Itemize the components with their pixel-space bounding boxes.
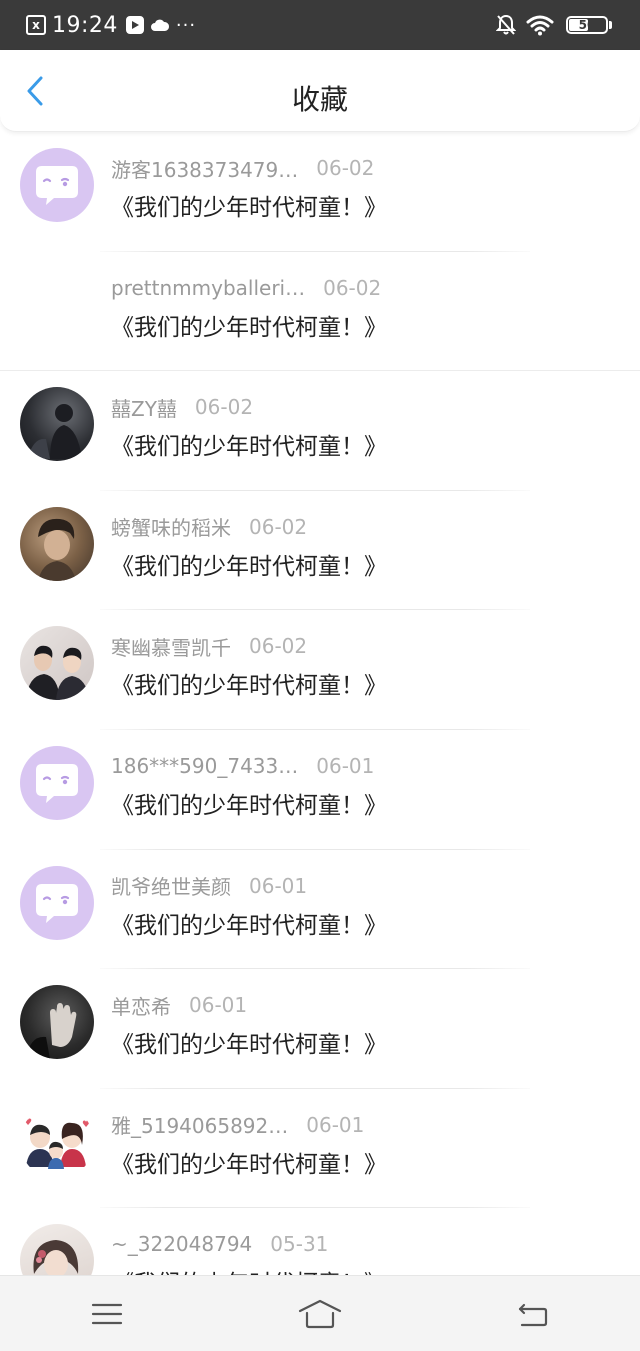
person-portrait-icon: [38, 518, 76, 581]
work-title: 《我们的少年时代柯童！》: [111, 1151, 387, 1178]
chat-bubble-icon: [36, 883, 78, 923]
list-item[interactable]: 凯爷绝世美颜 06-01 《我们的少年时代柯童！》: [0, 850, 640, 970]
status-bar: x 19:24 ··· 50: [0, 0, 640, 50]
cloud-icon: [150, 18, 170, 32]
list-item[interactable]: 单恋希 06-01 《我们的少年时代柯童！》: [0, 969, 640, 1089]
mute-bell-icon: [496, 14, 516, 36]
work-title: 《我们的少年时代柯童！》: [111, 912, 387, 939]
list-item[interactable]: 游客1638373479… 06-02 《我们的少年时代柯童！》: [0, 132, 640, 252]
system-nav-bar: [0, 1275, 640, 1351]
avatar: ♥ ♥: [20, 1104, 94, 1179]
menu-button[interactable]: [77, 1289, 137, 1339]
favorite-date: 06-01: [189, 993, 248, 1018]
clock: 19:24: [52, 12, 118, 38]
home-icon: [298, 1299, 342, 1328]
avatar: [20, 865, 94, 940]
wifi-icon: [526, 14, 554, 36]
favorite-date: 06-02: [249, 514, 308, 539]
user-name: 螃蟹味的稻米: [111, 516, 231, 541]
battery-level: 50: [578, 18, 596, 32]
work-title: 《我们的少年时代柯童！》: [111, 314, 387, 341]
chat-bubble-icon: [36, 166, 78, 205]
favorite-date: 06-01: [316, 753, 375, 778]
user-name: ~_322048794: [111, 1232, 253, 1257]
avatar: [20, 148, 94, 222]
work-title: 《我们的少年时代柯童！》: [111, 792, 387, 819]
user-name: 囍ZY囍: [111, 396, 177, 421]
work-title: 《我们的少年时代柯童！》: [111, 195, 387, 221]
user-name: 凯爷绝世美颜: [111, 875, 231, 900]
list-item[interactable]: 寒幽慕雪凯千 06-02 《我们的少年时代柯童！》: [0, 610, 640, 730]
favorite-date: 05-31: [270, 1232, 329, 1257]
home-button[interactable]: [290, 1289, 350, 1339]
avatar: [20, 626, 94, 701]
chat-bubble-icon: [36, 763, 78, 803]
user-name: 雅_5194065892…: [111, 1114, 289, 1139]
header: 收藏: [0, 50, 640, 132]
user-name: 186***590_7433…: [111, 753, 299, 778]
favorites-list: 游客1638373479… 06-02 《我们的少年时代柯童！》 prettnm…: [0, 132, 640, 1328]
avatar: [20, 985, 94, 1060]
list-item[interactable]: ♥ ♥ 雅_5194065892… 06-01 《我们的少年时代柯童！》: [0, 1089, 640, 1209]
work-title: 《我们的少年时代柯童！》: [111, 1032, 387, 1059]
user-name: prettnmmyballeri…: [111, 275, 306, 300]
more-notifications-icon: ···: [175, 14, 197, 36]
work-title: 《我们的少年时代柯童！》: [111, 673, 387, 700]
work-title: 《我们的少年时代柯童！》: [111, 553, 387, 580]
list-item[interactable]: 186***590_7433… 06-01 《我们的少年时代柯童！》: [0, 730, 640, 850]
favorite-date: 06-01: [249, 873, 308, 898]
list-item[interactable]: 囍ZY囍 06-02 《我们的少年时代柯童！》: [0, 371, 640, 491]
list-item[interactable]: prettnmmyballeri… 06-02 《我们的少年时代柯童！》: [0, 252, 640, 372]
person-silhouette-icon: [28, 404, 82, 460]
favorite-date: 06-02: [316, 156, 375, 180]
page-title: 收藏: [291, 83, 348, 116]
back-nav-button[interactable]: [503, 1289, 563, 1339]
cartoon-family-icon: ♥ ♥: [24, 1118, 90, 1169]
favorite-date: 06-02: [323, 275, 382, 300]
avatar: [20, 506, 94, 581]
user-name: 游客1638373479…: [111, 157, 299, 182]
two-people-icon: [26, 646, 90, 701]
favorite-date: 06-02: [249, 634, 308, 659]
favorite-date: 06-02: [194, 395, 254, 420]
svg-text:♥: ♥: [24, 1118, 32, 1128]
favorite-date: 06-01: [306, 1112, 365, 1137]
video-play-icon: [125, 16, 144, 34]
hand-photo-icon: [26, 1003, 77, 1060]
svg-text:♥: ♥: [82, 1120, 90, 1130]
avatar: [20, 387, 94, 462]
list-item[interactable]: 螃蟹味的稻米 06-02 《我们的少年时代柯童！》: [0, 491, 640, 611]
work-title: 《我们的少年时代柯童！》: [111, 434, 387, 461]
user-name: 寒幽慕雪凯千: [111, 635, 231, 660]
avatar: [20, 745, 94, 820]
user-name: 单恋希: [111, 994, 171, 1019]
return-icon: [519, 1303, 548, 1326]
battery-indicator: 50: [566, 16, 608, 34]
menu-icon: [91, 1303, 122, 1324]
notification-close-icon: x: [26, 15, 46, 35]
